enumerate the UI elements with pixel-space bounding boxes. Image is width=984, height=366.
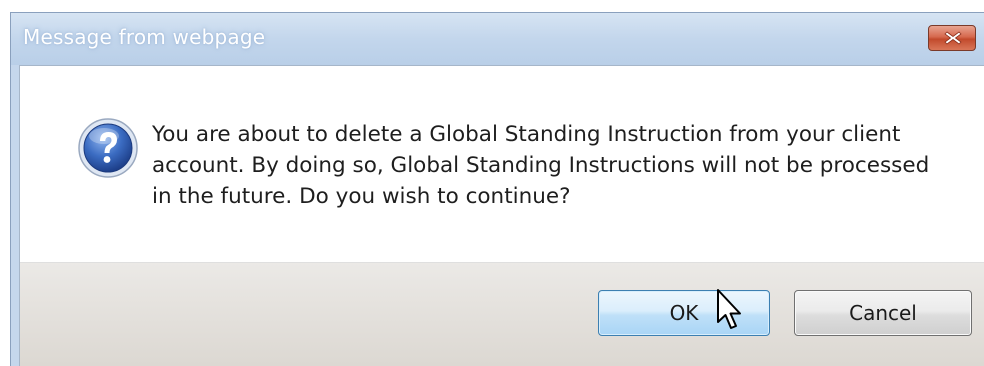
ok-button[interactable]: OK xyxy=(598,290,770,336)
dialog-footer: OK Cancel xyxy=(20,262,984,366)
close-button[interactable] xyxy=(928,25,976,51)
dialog-content: You are about to delete a Global Standin… xyxy=(20,66,984,262)
dialog-body: You are about to delete a Global Standin… xyxy=(19,65,984,366)
dialog-titlebar[interactable]: Message from webpage xyxy=(11,13,984,65)
question-icon xyxy=(78,118,138,178)
cancel-button[interactable]: Cancel xyxy=(794,290,972,336)
dialog-title: Message from webpage xyxy=(23,25,266,49)
message-dialog: Message from webpage You are about to de… xyxy=(10,12,984,366)
close-icon xyxy=(944,31,962,45)
dialog-message: You are about to delete a Global Standin… xyxy=(152,122,930,209)
